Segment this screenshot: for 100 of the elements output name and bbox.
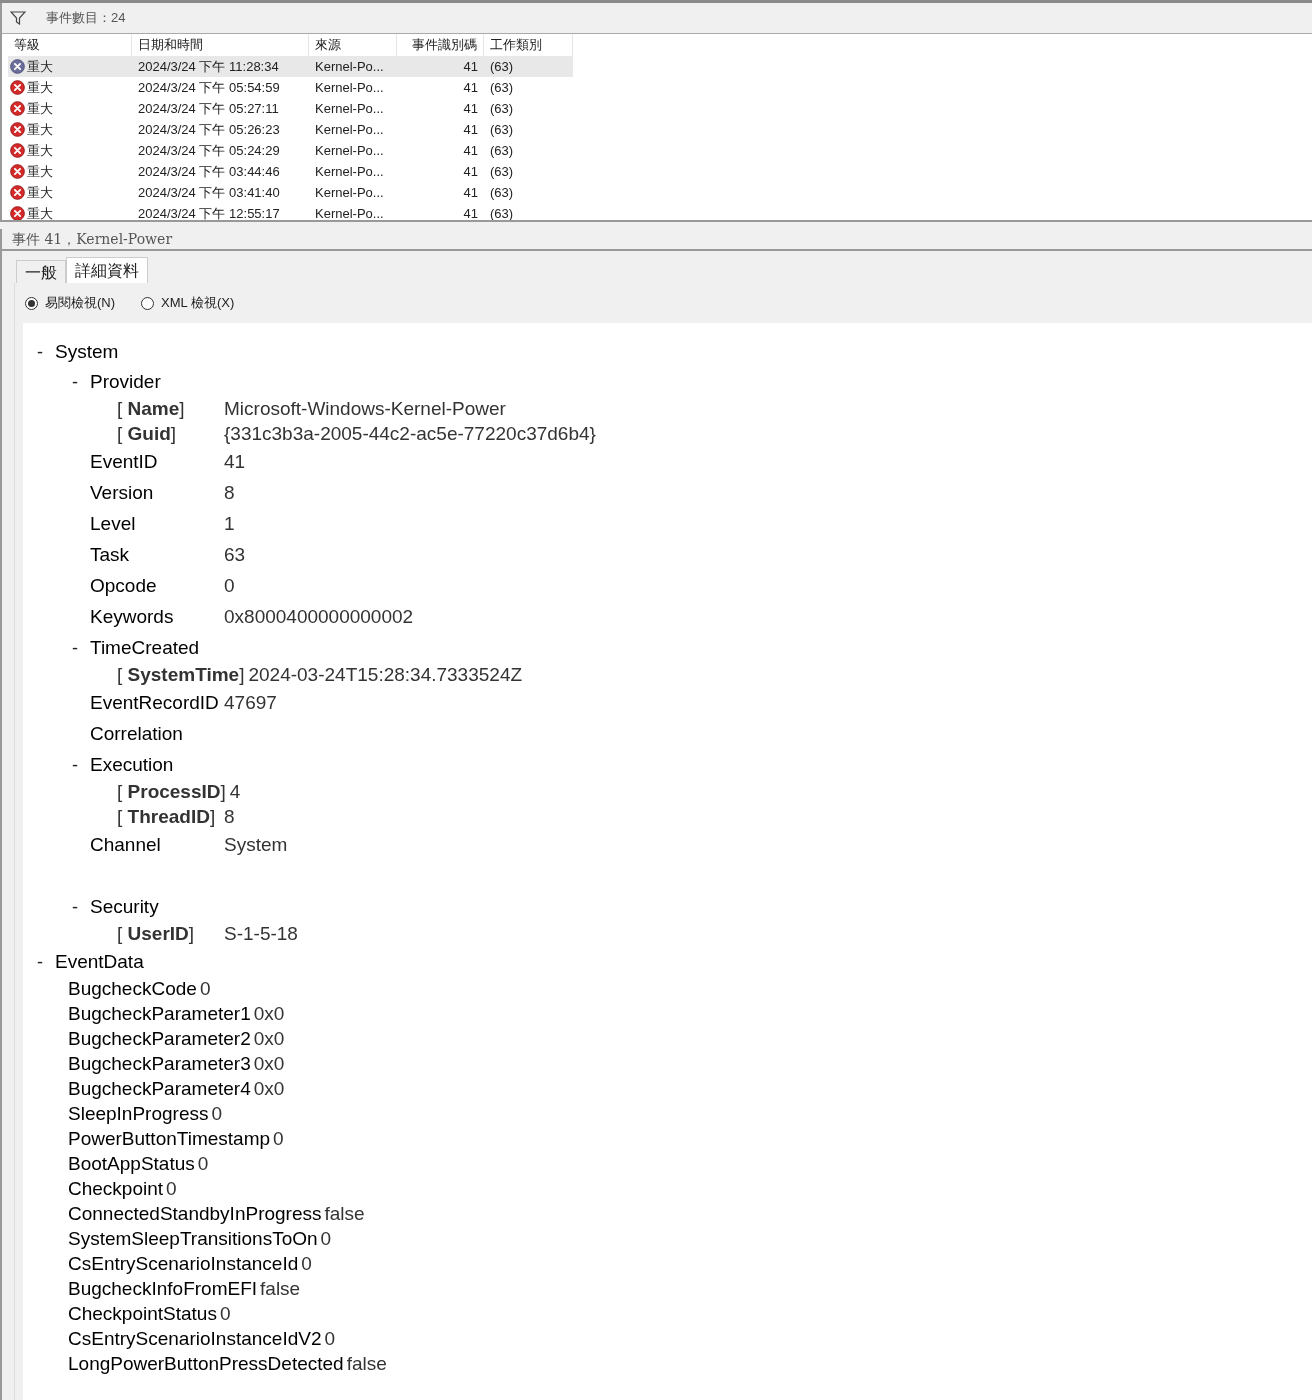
data-label: BugcheckParameter4 — [68, 1077, 251, 1102]
source-cell-text: Kernel-Po... — [314, 204, 385, 220]
tab[interactable]: 詳細資料 — [66, 257, 148, 283]
source-cell-text: Kernel-Po... — [314, 120, 385, 139]
event-id-cell-text: 41 — [462, 120, 479, 139]
data-value: 0x0 — [253, 1052, 285, 1077]
task-cell-text: (63) — [489, 141, 515, 160]
date-cell-text: 2024/3/24 下午 05:24:29 — [137, 141, 281, 160]
data-value: 0 — [197, 1152, 209, 1177]
field-value: System — [224, 833, 288, 858]
collapse-toggle[interactable]: - — [72, 368, 90, 396]
filter-icon[interactable] — [10, 11, 26, 25]
level-text: 重大 — [27, 99, 53, 118]
event-id-cell-text: 41 — [462, 141, 479, 160]
data-label: LongPowerButtonPressDetected — [68, 1352, 344, 1377]
data-label: SleepInProgress — [68, 1102, 209, 1127]
date-cell-text: 2024/3/24 下午 12:55:17 — [137, 204, 281, 220]
field-label: Version — [90, 481, 155, 506]
level-text: 重大 — [27, 120, 53, 139]
field-value: 0x8000400000000002 — [224, 605, 414, 630]
field-value: 8 — [224, 481, 235, 506]
node-label: EventData — [55, 949, 144, 974]
collapse-toggle[interactable]: - — [72, 751, 90, 779]
attribute-value: 2024-03-24T15:28:34.7333524Z — [248, 663, 523, 688]
event-count: 事件數目：24 — [46, 9, 126, 28]
data-label: BugcheckCode — [68, 977, 197, 1002]
task-cell-text: (63) — [489, 99, 515, 118]
task-cell-text: (63) — [489, 183, 515, 202]
data-label: Checkpoint — [68, 1177, 164, 1202]
attribute-label: [ SystemTime] — [117, 663, 246, 688]
view-radio[interactable]: XML 檢視(X) — [141, 293, 235, 313]
data-value: false — [260, 1277, 301, 1302]
data-value: 0 — [219, 1302, 231, 1327]
data-value: 0 — [166, 1177, 177, 1202]
field-label: Correlation — [90, 722, 184, 747]
field-label: Level — [90, 512, 137, 537]
attribute-value: 4 — [229, 780, 241, 805]
task-cell-text: (63) — [489, 162, 515, 181]
data-value: 0 — [320, 1227, 332, 1252]
field-value: 1 — [224, 512, 235, 537]
field-label: Opcode — [90, 574, 158, 599]
field-value: 41 — [224, 450, 246, 475]
data-label: BugcheckParameter1 — [68, 1002, 251, 1027]
field-label: Channel — [90, 833, 162, 858]
task-cell-text: (63) — [489, 120, 515, 139]
level-text: 重大 — [27, 183, 53, 202]
field-label: Keywords — [90, 605, 175, 630]
data-label: BootAppStatus — [68, 1152, 195, 1177]
data-value: 0 — [273, 1127, 284, 1152]
view-radio[interactable]: 易閱檢視(N) — [25, 293, 116, 313]
attribute-value: Microsoft-Windows-Kernel-Power — [224, 397, 506, 422]
error-icon — [10, 101, 25, 116]
source-cell-text: Kernel-Po... — [314, 99, 385, 118]
level-text: 重大 — [27, 78, 53, 97]
task-cell-text: (63) — [489, 57, 515, 76]
data-label: PowerButtonTimestamp — [68, 1127, 271, 1152]
date-cell-text: 2024/3/24 下午 11:28:34 — [137, 57, 280, 76]
data-value: 0 — [301, 1252, 312, 1277]
collapse-toggle[interactable]: - — [37, 948, 55, 976]
source-cell-text: Kernel-Po... — [314, 162, 385, 181]
event-row[interactable]: 重大 2024/3/24 下午 11:28:34 Kernel-Po... 41 (63) — [8, 56, 573, 77]
attribute-value: 8 — [224, 805, 235, 830]
level-text: 重大 — [27, 204, 53, 220]
tab[interactable]: 一般 — [16, 260, 66, 283]
data-label: BugcheckParameter3 — [68, 1052, 251, 1077]
error-icon — [10, 164, 25, 179]
event-id-cell-text: 41 — [462, 99, 479, 118]
node-label: Provider — [90, 369, 161, 394]
node-label: System — [55, 339, 119, 364]
attribute-label: [ ProcessID] — [117, 780, 227, 805]
field-label: EventRecordID — [90, 691, 220, 716]
field-value: 47697 — [224, 691, 277, 716]
data-label: CsEntryScenarioInstanceId — [68, 1252, 299, 1277]
date-cell-text: 2024/3/24 下午 03:41:40 — [137, 183, 281, 202]
data-value: 0 — [199, 977, 211, 1002]
attribute-value: {331c3b3a-2005-44c2-ac5e-77220c37d6b4} — [224, 422, 596, 447]
event-id-cell-text: 41 — [462, 162, 479, 181]
collapse-toggle[interactable]: - — [72, 893, 90, 921]
data-label: ConnectedStandbyInProgress — [68, 1202, 322, 1227]
attribute-label: [ UserID] — [117, 922, 196, 947]
field-value: 0 — [224, 574, 235, 599]
collapse-toggle[interactable]: - — [37, 338, 55, 366]
data-value: 0x0 — [253, 1027, 285, 1052]
error-icon — [10, 185, 25, 200]
attribute-label: [ ThreadID] — [117, 805, 217, 830]
event-id-cell-text: 41 — [462, 57, 479, 76]
collapse-toggle[interactable]: - — [72, 634, 90, 662]
task-cell-text: (63) — [489, 204, 515, 220]
attribute-label: [ Name] — [117, 397, 186, 422]
event-title: 事件 41，Kernel-Power — [12, 229, 173, 249]
source-cell-text: Kernel-Po... — [314, 183, 385, 202]
node-label: Execution — [90, 752, 174, 777]
data-label: SystemSleepTransitionsToOn — [68, 1227, 318, 1252]
error-icon — [10, 143, 25, 158]
attribute-label: [ Guid] — [117, 422, 178, 447]
event-id-cell-text: 41 — [462, 183, 479, 202]
error-icon — [10, 122, 25, 137]
date-cell-text: 2024/3/24 下午 05:54:59 — [137, 78, 281, 97]
field-label: Task — [90, 543, 131, 568]
source-cell-text: Kernel-Po... — [314, 57, 385, 76]
